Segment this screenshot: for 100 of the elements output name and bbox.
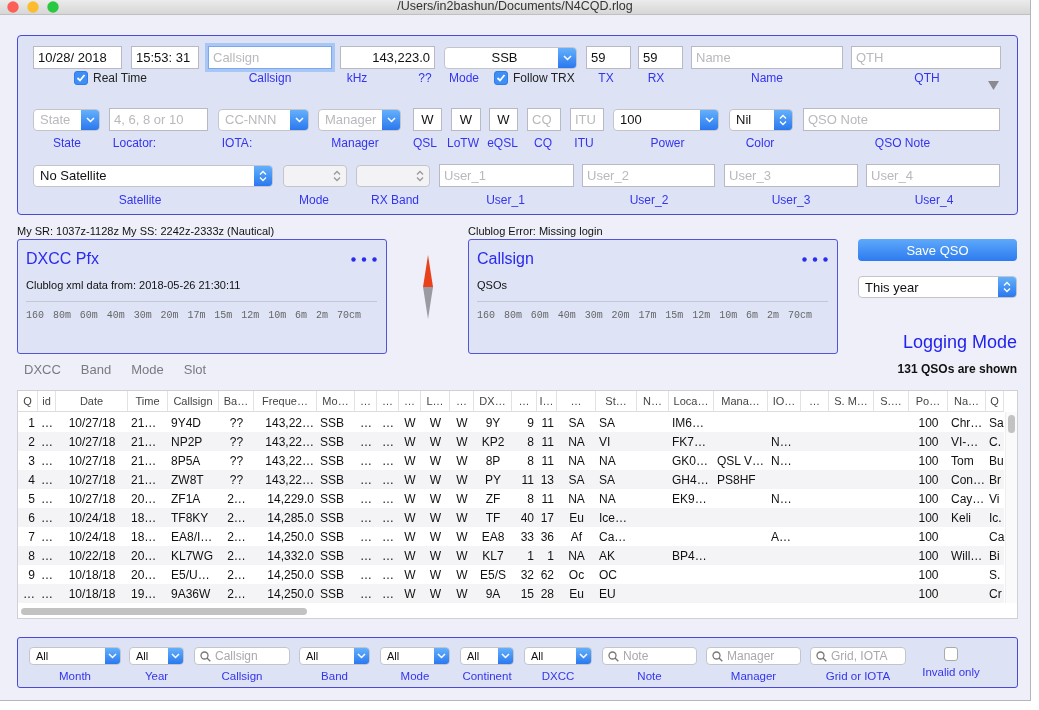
input-field[interactable]: 15:53: 31: [131, 46, 199, 69]
table-cell: KL7: [482, 548, 504, 563]
chevron-down-icon[interactable]: [357, 653, 366, 659]
dropdown[interactable]: All: [129, 647, 184, 665]
input-field[interactable]: W: [489, 108, 518, 131]
input-field[interactable]: W: [451, 108, 481, 131]
column-header[interactable]: Po…: [909, 391, 948, 412]
input-field[interactable]: User_2: [582, 164, 715, 187]
column-header[interactable]: Q: [18, 391, 38, 412]
band-label: 12m: [692, 310, 711, 321]
column-header[interactable]: Loca…: [669, 391, 714, 412]
table-row[interactable]: 6 … 10/24/18 18… TF8KY 2… 14,285.0 SSB … … W W W TF 40 17 Eu Ice… 100 Keli Ic.: [18, 508, 1004, 527]
input-field[interactable]: 143,223.0: [340, 46, 435, 69]
search-field[interactable]: Grid, IOTA: [810, 647, 906, 665]
column-header[interactable]: S. M…: [829, 391, 874, 412]
chevron-down-icon[interactable]: [171, 653, 180, 659]
column-header[interactable]: I…: [537, 391, 557, 412]
dropdown[interactable]: All: [460, 647, 514, 665]
table-cell: 11: [541, 434, 554, 449]
column-header[interactable]: Freque…: [254, 391, 317, 412]
more-icon[interactable]: [802, 256, 828, 262]
checkbox[interactable]: [944, 647, 958, 661]
column-header[interactable]: Time: [128, 391, 168, 412]
view-tab[interactable]: Band: [80, 362, 112, 377]
disclosure-triangle-icon[interactable]: [988, 81, 999, 90]
view-tab[interactable]: DXCC: [24, 362, 61, 377]
column-header[interactable]: St…: [596, 391, 637, 412]
input-field[interactable]: 59: [586, 46, 631, 69]
dropdown[interactable]: All: [299, 647, 370, 665]
chevron-down-icon[interactable]: [501, 653, 510, 659]
checkbox[interactable]: [494, 71, 508, 85]
filter-label: Callsign: [221, 670, 263, 682]
input-field[interactable]: QTH: [851, 46, 1001, 69]
column-header[interactable]: Callsign: [168, 391, 219, 412]
column-header[interactable]: IO…: [768, 391, 801, 412]
column-header[interactable]: Ba…: [219, 391, 254, 412]
input-field[interactable]: 4, 6, 8 or 10: [109, 108, 208, 131]
input-field[interactable]: ITU: [570, 108, 604, 131]
column-header[interactable]: S.…: [874, 391, 909, 412]
dropdown[interactable]: 100: [613, 108, 719, 131]
column-header[interactable]: …: [399, 391, 421, 412]
input-field[interactable]: Name: [691, 46, 843, 69]
chevron-down-icon[interactable]: [562, 54, 572, 61]
column-header[interactable]: Na…: [948, 391, 986, 412]
input-field[interactable]: CQ: [527, 108, 561, 131]
search-icon: [712, 651, 723, 662]
column-header[interactable]: …: [801, 391, 829, 412]
table-row[interactable]: 2 … 10/27/18 21… NP2P ?? 143,22… SSB … … W W W KP2 8 11 NA VI FK7… N… 100 VI-… C.: [18, 432, 1004, 451]
input-field[interactable]: 59: [638, 46, 683, 69]
search-field[interactable]: Callsign: [194, 647, 290, 665]
column-header[interactable]: N…: [637, 391, 669, 412]
input-field[interactable]: 10/28/ 2018: [33, 46, 122, 69]
column-header[interactable]: Mo…: [317, 391, 355, 412]
dropdown[interactable]: SSB: [444, 46, 577, 69]
table-cell: 3: [28, 453, 35, 468]
zoom-icon[interactable]: [47, 1, 59, 13]
column-header[interactable]: DX…: [474, 391, 512, 412]
input-field[interactable]: User_4: [866, 164, 1000, 187]
popup-button[interactable]: This year: [858, 276, 1017, 298]
dropdown[interactable]: All: [524, 647, 592, 665]
input-field[interactable]: Callsign: [208, 46, 332, 69]
scrollbar-thumb[interactable]: [1008, 415, 1015, 433]
table-row[interactable]: 4 … 10/27/18 21… ZW8T ?? 143,22… SSB … … W W W PY 11 13 SA SA GH4… PS8HF 100 Con… Br: [18, 470, 1004, 489]
checkbox[interactable]: [74, 71, 88, 85]
input-field[interactable]: User_3: [724, 164, 858, 187]
column-header[interactable]: …: [377, 391, 399, 412]
chevron-down-icon[interactable]: [294, 116, 304, 123]
search-field[interactable]: Manager: [706, 647, 801, 665]
view-tab[interactable]: Slot: [183, 362, 207, 377]
popup-button[interactable]: Nil: [729, 108, 793, 131]
table-cell: 10/22/18: [68, 548, 116, 563]
input-field[interactable]: QSO Note: [803, 108, 1000, 131]
popup-button[interactable]: No Satellite: [33, 164, 273, 187]
scrollbar-thumb[interactable]: [21, 608, 307, 615]
chevron-down-icon[interactable]: [704, 116, 714, 123]
column-header[interactable]: …: [557, 391, 596, 412]
input-field[interactable]: User_1: [439, 164, 574, 187]
chevron-down-icon[interactable]: [386, 116, 396, 123]
column-header[interactable]: id: [38, 391, 56, 412]
dropdown[interactable]: All: [380, 647, 450, 665]
dropdown[interactable]: All: [29, 647, 121, 665]
table-row[interactable]: 8 … 10/22/18 20… KL7WG 2… 14,332.0 SSB … … W W W KL7 1 1 NA AK BP4… 100 Will… Bi: [18, 546, 1004, 565]
column-header[interactable]: Mana…: [714, 391, 768, 412]
chevron-down-icon[interactable]: [108, 653, 117, 659]
table-row[interactable]: … … 10/18/18 19… 9A36W 2… 14,250.0 SSB … … W W W 9A 15 28 Eu EU 100 Cr: [18, 584, 1004, 603]
column-header[interactable]: …: [450, 391, 474, 412]
column-header[interactable]: L…: [421, 391, 450, 412]
chevron-down-icon[interactable]: [579, 653, 588, 659]
close-icon[interactable]: [7, 1, 19, 13]
chevron-down-icon[interactable]: [85, 116, 95, 123]
chevron-down-icon[interactable]: [437, 653, 446, 659]
more-icon[interactable]: [351, 256, 377, 262]
column-header[interactable]: …: [355, 391, 377, 412]
column-header[interactable]: …: [512, 391, 537, 412]
search-field[interactable]: Note: [602, 647, 697, 665]
table-cell: 11: [541, 415, 554, 430]
column-header[interactable]: Q: [986, 391, 1004, 412]
input-field[interactable]: W: [413, 108, 442, 131]
view-tab[interactable]: Mode: [131, 362, 164, 377]
column-header[interactable]: Date: [56, 391, 128, 412]
